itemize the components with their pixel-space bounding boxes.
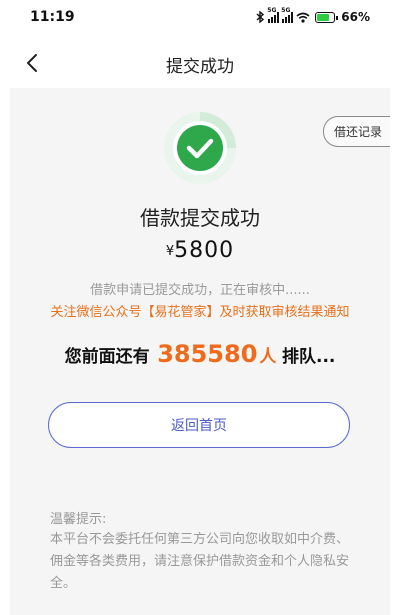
amount-value: 5800 — [174, 238, 235, 263]
queue-count: 385580 — [157, 340, 258, 368]
wechat-follow-notice: 关注微信公众号【易花管家】及时获取审核结果通知 — [50, 305, 350, 320]
tip-body: 本平台不会委托任何第三方公司向您收取如中介费、佣金等各类费用，请注意保护借款资金… — [50, 532, 350, 591]
check-circle-icon — [162, 110, 238, 186]
loan-amount: ¥5800 — [10, 238, 390, 263]
queue-info: 您前面还有 385580 人 排队... — [10, 340, 390, 368]
loan-records-button[interactable]: 借还记录 — [322, 116, 390, 147]
status-icons: 5G 5G 66% — [256, 7, 370, 24]
nav-bar: 提交成功 — [0, 36, 400, 88]
bluetooth-icon — [256, 11, 265, 23]
signal-icon: 5G — [281, 7, 294, 23]
return-home-button[interactable]: 返回首页 — [48, 402, 350, 448]
signal-icon: 5G — [267, 7, 280, 23]
queue-unit: 人 — [259, 347, 277, 367]
battery-percent: 66% — [341, 10, 370, 24]
queue-prefix: 您前面还有 — [64, 347, 150, 367]
success-title: 借款提交成功 — [140, 206, 260, 230]
network-type-2: 5G — [281, 6, 291, 14]
status-time: 11:19 — [30, 9, 75, 25]
review-status-text: 借款申请已提交成功，正在审核中...... — [90, 283, 310, 298]
network-type-1: 5G — [267, 6, 277, 14]
wifi-icon — [296, 12, 310, 23]
status-bar: 11:19 5G 5G 66% — [0, 0, 400, 36]
battery-icon — [315, 11, 339, 23]
tip-title: 温馨提示: — [50, 512, 107, 527]
currency-symbol: ¥ — [165, 244, 175, 259]
page-title: 提交成功 — [166, 57, 234, 77]
queue-suffix: 排队... — [281, 347, 336, 367]
result-panel: 借还记录 借款提交成功 ¥5800 借款申请已提交成功，正在审核中...... … — [10, 88, 390, 615]
